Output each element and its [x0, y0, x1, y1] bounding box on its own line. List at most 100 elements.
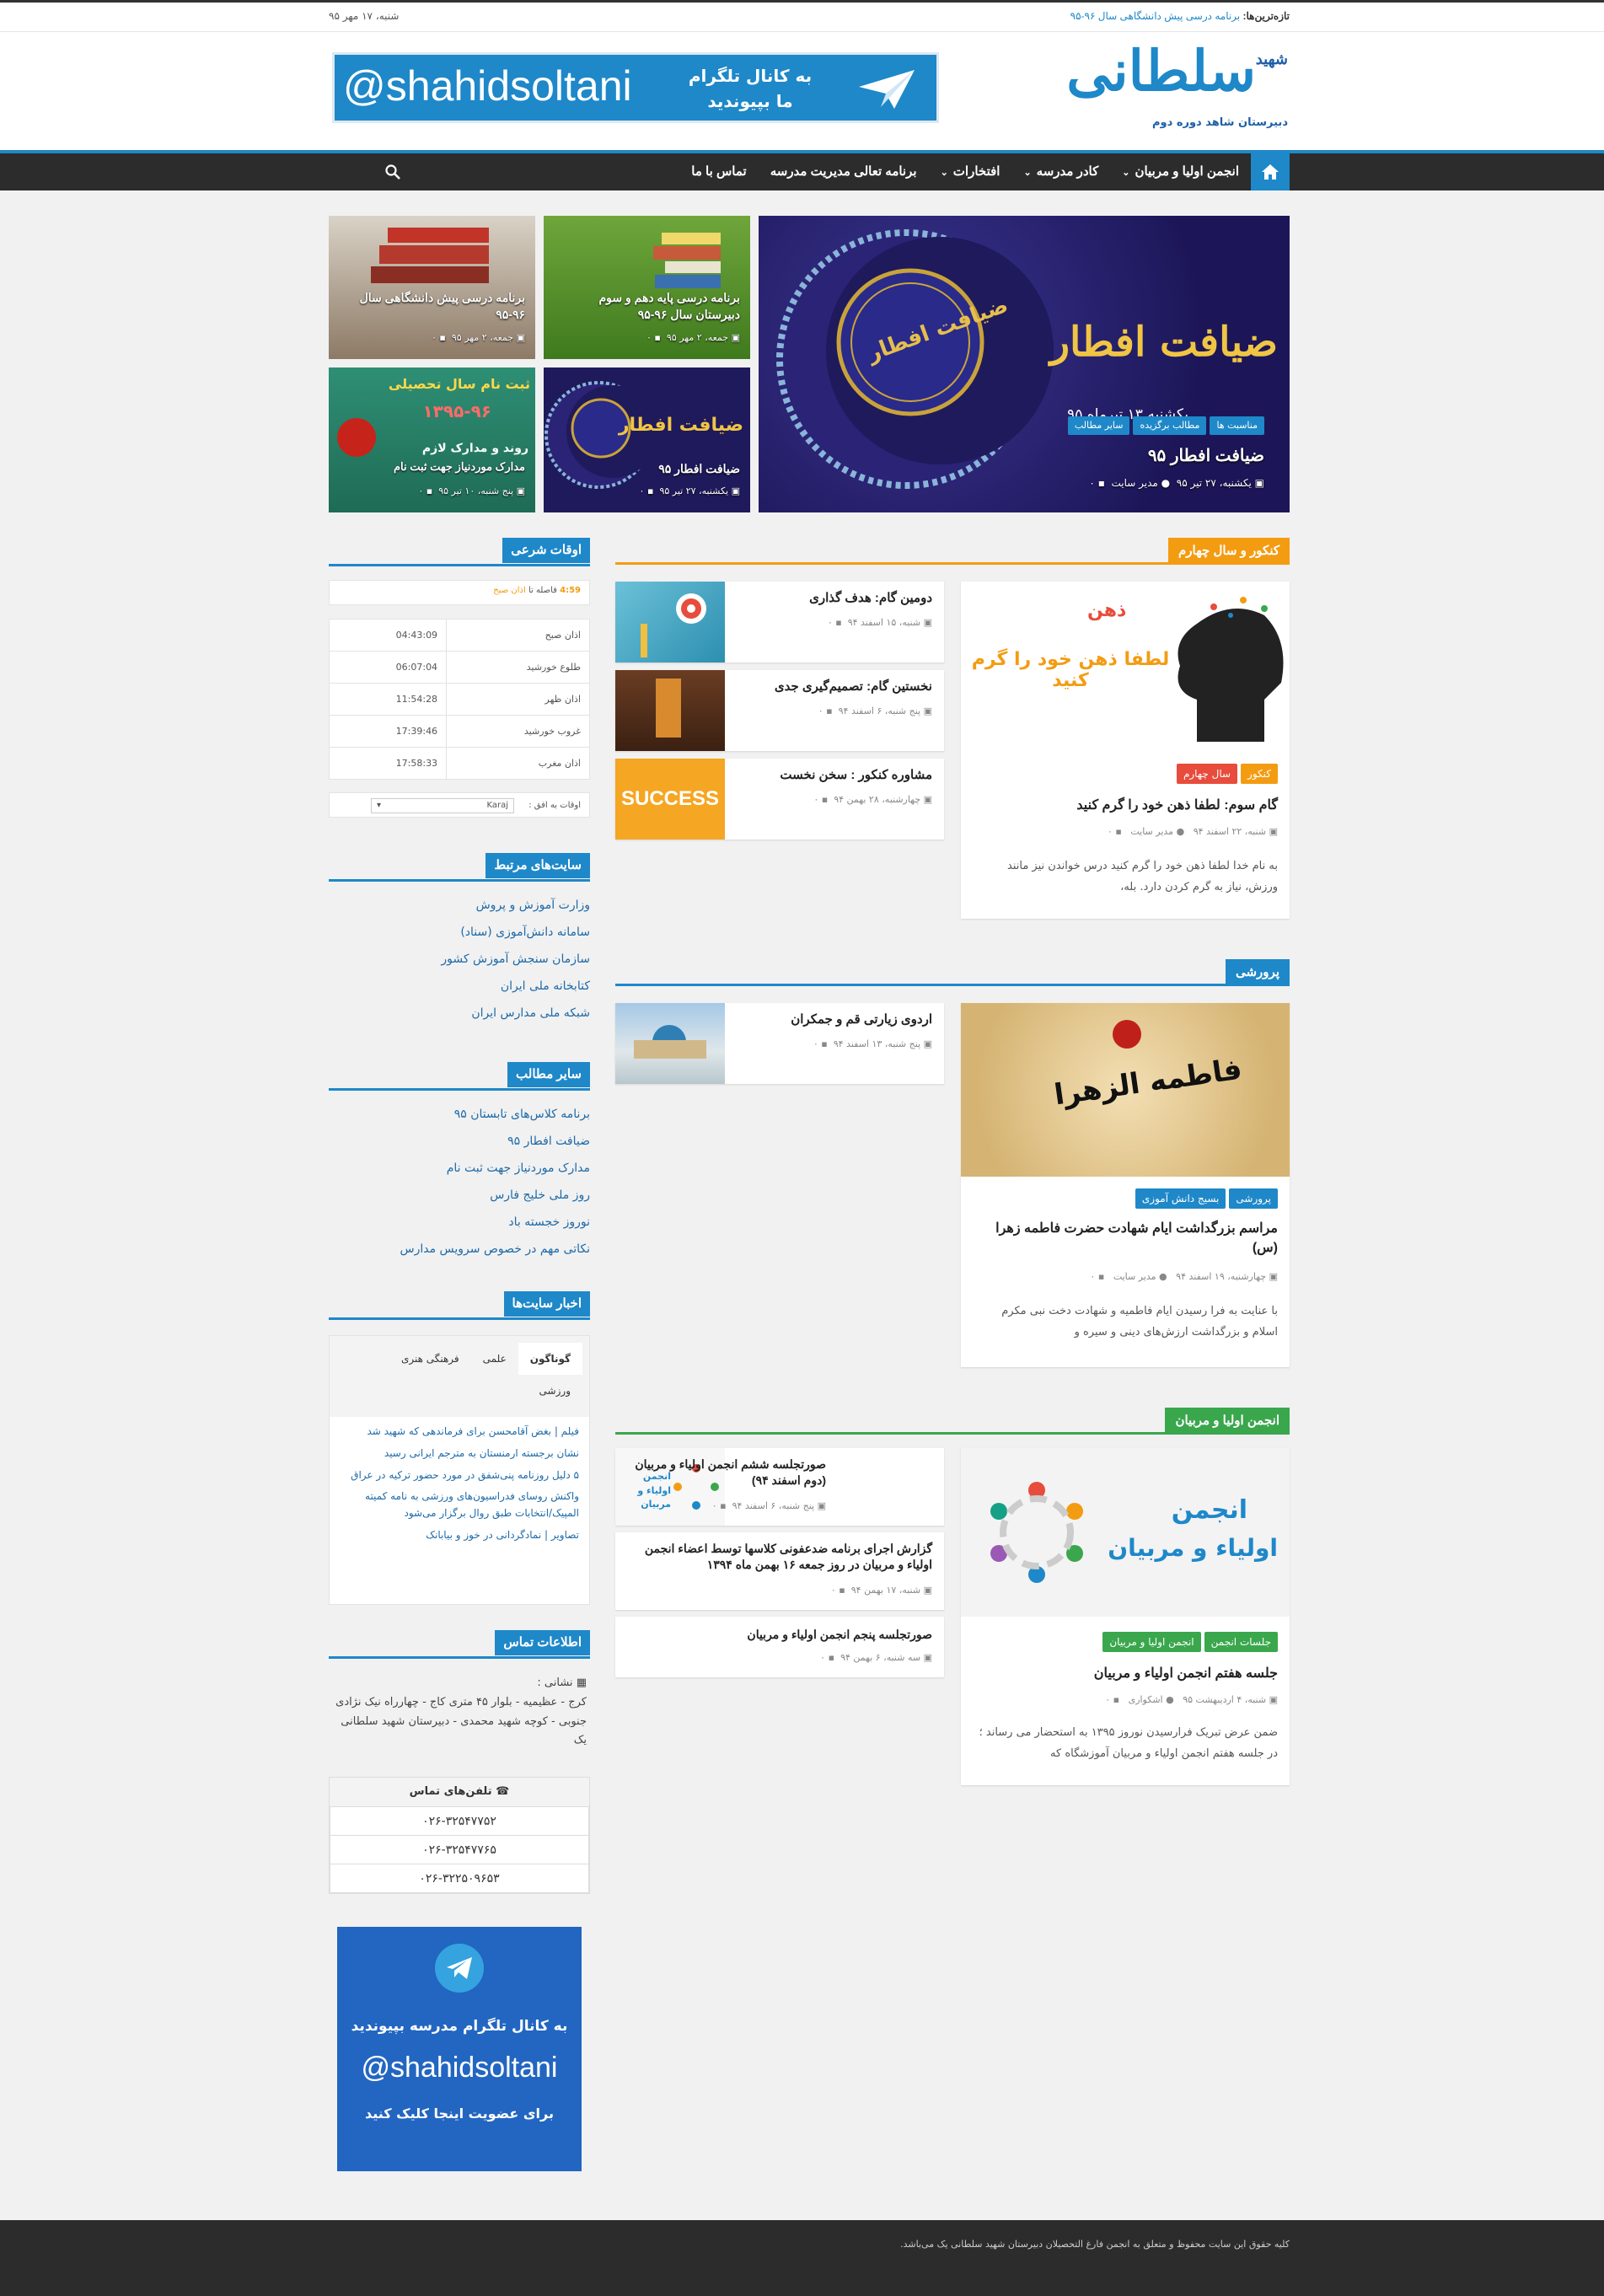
- prayer-row: اذان مغرب 17:58:33: [328, 747, 590, 780]
- nav-item[interactable]: کادر مدرسه ⌄: [1011, 153, 1110, 190]
- user-icon: ●: [1176, 826, 1185, 837]
- post-thumbnail[interactable]: فاطمه الزهرا: [961, 1003, 1290, 1177]
- site-logo[interactable]: شهید سلطانی دبیرستان شاهد دوره دوم: [1066, 41, 1290, 138]
- city-label: اوقات به افق :: [528, 801, 581, 810]
- sidebar-link[interactable]: روز ملی خلیج فارس: [329, 1182, 590, 1209]
- news-tab[interactable]: ورزشی: [528, 1375, 582, 1407]
- search-button[interactable]: [376, 153, 410, 190]
- item-title[interactable]: مشاوره کنکور : سخن نخست: [738, 767, 932, 784]
- nav-item[interactable]: برنامه تعالی مدیریت مدرسه: [759, 153, 929, 190]
- slider-tile-title[interactable]: برنامه درسی پیش دانشگاهی سال ۹۶-۹۵: [340, 290, 525, 323]
- news-tab[interactable]: فرهنگی هنری: [389, 1343, 471, 1375]
- nav-item-label: برنامه تعالی مدیریت مدرسه: [770, 164, 917, 179]
- tag-badge[interactable]: انجمن اولیا و مربیان: [1102, 1632, 1201, 1652]
- sidebar-link[interactable]: وزارت آموزش و پروش: [329, 892, 590, 919]
- news-item[interactable]: تصاویر | نمادگردانی در خوز و بیابانک: [340, 1527, 579, 1544]
- chevron-down-icon: ⌄: [940, 168, 948, 178]
- tag-badge[interactable]: کنکور: [1241, 764, 1278, 784]
- list-item[interactable]: گزارش اجرای برنامه ضدعفونی کلاسها توسط ا…: [615, 1532, 944, 1610]
- comment-icon: ▪: [821, 794, 829, 805]
- item-title[interactable]: گزارش اجرای برنامه ضدعفونی کلاسها توسط ا…: [629, 1541, 932, 1573]
- item-meta: ▣ شنبه، ۱۷ بهمن ۹۴ ▪ ۰: [830, 1585, 932, 1596]
- list-item[interactable]: انجمن اولیاء و مربیان صورتجلسه ششم انجمن…: [615, 1448, 944, 1526]
- item-thumbnail[interactable]: [615, 670, 725, 751]
- slider-tile[interactable]: برنامه درسی پیش دانشگاهی سال ۹۶-۹۵ ▣ جمع…: [329, 216, 535, 359]
- prayer-row: اذان صبح 04:43:09: [328, 619, 590, 652]
- item-title[interactable]: اردوی زیارتی قم و جمکران: [738, 1011, 932, 1028]
- list-item[interactable]: دومین گام: هدف گذاری ▣ شنبه، ۱۵ اسفند ۹۴…: [615, 582, 944, 663]
- post-title[interactable]: گام سوم: لطفا ذهن خود را گرم کنید: [973, 796, 1278, 815]
- post-thumbnail[interactable]: ذهن لطفا ذهن خود را گرم کنید: [961, 582, 1290, 750]
- item-title[interactable]: صورتجلسه ششم انجمن اولیاء و مربیان (دوم …: [632, 1456, 826, 1489]
- slider-tile[interactable]: ضیافت افطار ضیافت افطار ۹۵ ▣ یکشنبه، ۲۷ …: [544, 367, 750, 512]
- slider-main-item[interactable]: ضیافت افطار ضیافت افطار یکشنبه ۱۳ تیرماه…: [759, 216, 1290, 512]
- item-thumbnail[interactable]: SUCCESS: [615, 759, 725, 840]
- phone-row: ۰۲۶-۳۲۵۴۷۷۶۵: [330, 1835, 589, 1864]
- post-title[interactable]: جلسه هفتم انجمن اولیاء و مربیان: [973, 1664, 1278, 1683]
- slider-tile-title[interactable]: برنامه درسی پایه دهم و سوم دبیرستان سال …: [555, 290, 740, 323]
- phone-number[interactable]: ۰۲۶-۳۲۵۴۷۷۵۲: [330, 1806, 589, 1836]
- section-title[interactable]: پرورشی: [1225, 959, 1290, 986]
- item-thumbnail[interactable]: [615, 1003, 725, 1084]
- slider-tile[interactable]: برنامه درسی پایه دهم و سوم دبیرستان سال …: [544, 216, 750, 359]
- tag-badge[interactable]: بسیج دانش آموزی: [1135, 1188, 1226, 1209]
- comment-icon: ▪: [646, 485, 654, 496]
- sidebar-link[interactable]: سازمان سنجش آموزش کشور: [329, 946, 590, 973]
- sidebar-link[interactable]: کتابخانه ملی ایران: [329, 973, 590, 1000]
- tag-badge[interactable]: مطالب برگزیده: [1133, 416, 1207, 435]
- slider-tile-title[interactable]: ضیافت افطار ۹۵: [658, 462, 740, 476]
- list-item[interactable]: اردوی زیارتی قم و جمکران ▣ پنج شنبه، ۱۳ …: [615, 1003, 944, 1084]
- news-item[interactable]: نشان برجسته ارمنستان به مترجم ایرانی رسی…: [340, 1446, 579, 1462]
- sidebar-link[interactable]: مدارک موردنیاز جهت ثبت نام: [329, 1155, 590, 1182]
- item-title[interactable]: دومین گام: هدف گذاری: [738, 590, 932, 607]
- featured-post-card: انجمن اولیاء و مربیان انجمن اولیا و مربی…: [961, 1448, 1290, 1785]
- news-tab[interactable]: علمی: [471, 1343, 518, 1375]
- tile-image-text: ثبت نام سال تحصیلی: [388, 376, 530, 392]
- tag-badge[interactable]: جلسات انجمن: [1204, 1632, 1278, 1652]
- slider-main-title[interactable]: ضیافت افطار ۹۵: [1148, 445, 1264, 466]
- sidebar-link[interactable]: شبکه ملی مدارس ایران: [329, 1000, 590, 1027]
- tag-badge[interactable]: پرورشی: [1229, 1188, 1278, 1209]
- phone-number[interactable]: ۰۲۶-۳۲۵۴۷۷۶۵: [330, 1835, 589, 1864]
- tag-badge[interactable]: سال چهارم: [1176, 764, 1238, 784]
- sidebar-link[interactable]: برنامه کلاس‌های تابستان ۹۵: [329, 1101, 590, 1128]
- slider-main-author: مدیر سایت: [1111, 477, 1158, 489]
- post-thumbnail[interactable]: انجمن اولیاء و مربیان: [961, 1448, 1290, 1617]
- tag-badge[interactable]: مناسبت ها: [1210, 416, 1264, 435]
- item-thumbnail[interactable]: [615, 582, 725, 663]
- list-item[interactable]: صورتجلسه پنجم انجمن اولیاء و مربیان ▣ سه…: [615, 1617, 944, 1677]
- news-item[interactable]: واکنش روسای فدراسیون‌های ورزشی به نامه ک…: [340, 1489, 579, 1522]
- nav-item[interactable]: افتخارات ⌄: [929, 153, 1012, 190]
- prayer-name: اذان مغرب: [446, 747, 590, 780]
- list-item[interactable]: SUCCESS مشاوره کنکور : سخن نخست ▣ چهارشن…: [615, 759, 944, 840]
- nav-item[interactable]: انجمن اولیا و مربیان ⌄: [1110, 153, 1251, 190]
- slider-tile-title[interactable]: مدارک موردنیاز جهت ثبت نام: [394, 460, 525, 474]
- telegram-header-banner[interactable]: @shahidsoltani به کانال تلگرام ما بپیوند…: [332, 52, 939, 123]
- sidebar-link[interactable]: نکاتی مهم در خصوص سرویس مدارس: [329, 1236, 590, 1263]
- nav-item[interactable]: تماس با ما: [679, 153, 758, 190]
- sidebar-link[interactable]: نوروز خجسته باد: [329, 1209, 590, 1236]
- tag-badge[interactable]: سایر مطالب: [1067, 416, 1130, 435]
- news-item[interactable]: فیلم | بغض آقامحسن برای فرماندهی که شهید…: [340, 1424, 579, 1440]
- news-item[interactable]: ۵ دلیل روزنامه پنی‌شفق در مورد حضور ترکی…: [340, 1467, 579, 1484]
- item-title[interactable]: نخستین گام: تصمیم‌گیری جدی: [738, 679, 932, 695]
- banner-handle: @shahidsoltani: [343, 62, 632, 110]
- sidebar-link[interactable]: ضیافت افطار ۹۵: [329, 1128, 590, 1155]
- list-item[interactable]: نخستین گام: تصمیم‌گیری جدی ▣ پنج شنبه، ۶…: [615, 670, 944, 751]
- user-icon: ●: [1159, 1271, 1167, 1282]
- sidebar-link[interactable]: سامانه دانش‌آموزی (سناد): [329, 919, 590, 946]
- phone-number[interactable]: ۰۲۶-۳۲۲۵۰۹۶۵۳: [330, 1864, 589, 1893]
- item-title[interactable]: صورتجلسه پنجم انجمن اولیاء و مربیان: [629, 1627, 932, 1643]
- section-title[interactable]: کنکور و سال چهارم: [1167, 538, 1290, 565]
- section-title[interactable]: انجمن اولیا و مربیان: [1165, 1408, 1290, 1435]
- post-title[interactable]: مراسم بزرگداشت ایام شهادت حضرت فاطمه زهر…: [973, 1219, 1278, 1258]
- current-date: شنبه، ۱۷ مهر ۹۵: [329, 10, 400, 22]
- home-button[interactable]: [1251, 153, 1290, 190]
- news-tab[interactable]: گوناگون: [518, 1343, 582, 1375]
- comment-icon: ▪: [1113, 1694, 1120, 1705]
- slider-tile[interactable]: ثبت نام سال تحصیلی ۱۳۹۵-۹۶ روند و مدارک …: [329, 367, 535, 512]
- latest-post-link[interactable]: برنامه درسی پیش دانشگاهی سال ۹۶-۹۵: [1070, 10, 1241, 22]
- telegram-sidebar-banner[interactable]: به کانال تلگرام مدرسه بپیوندید @shahidso…: [337, 1927, 582, 2171]
- city-select[interactable]: ▾ Karaj: [371, 798, 515, 813]
- post-tags: انجمن اولیا و مربیان جلسات انجمن: [1099, 1632, 1278, 1652]
